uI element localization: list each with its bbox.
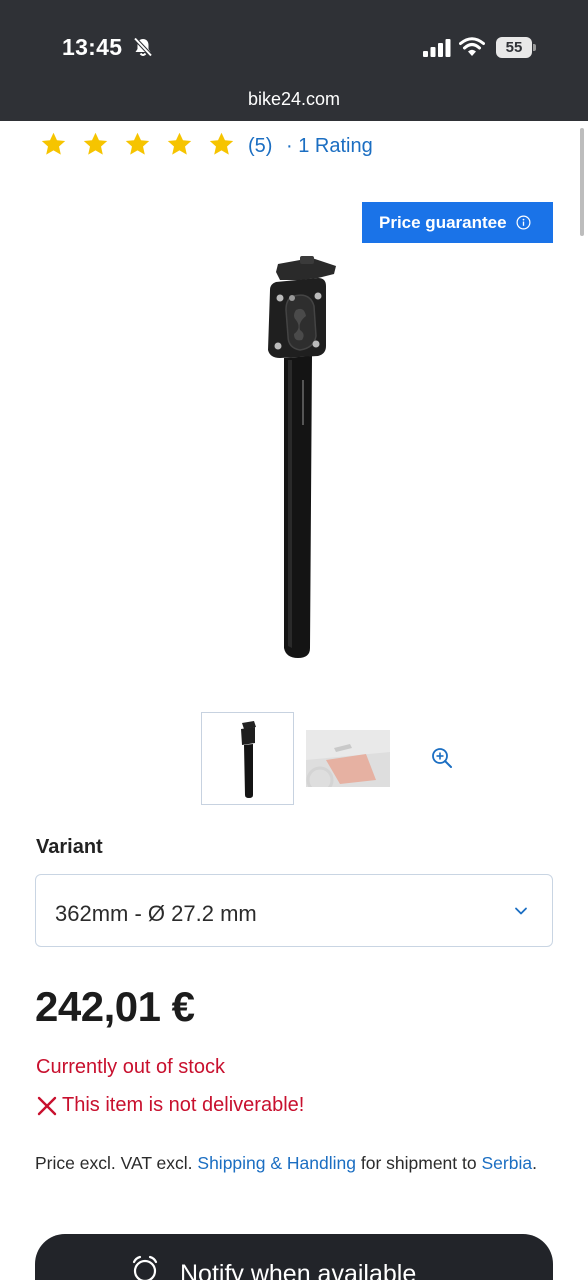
status-time: 13:45 <box>62 34 123 60</box>
shipping-suffix: . <box>532 1153 537 1173</box>
thumbnail-bike[interactable] <box>306 730 390 787</box>
bell-slash-icon <box>133 37 153 57</box>
star-icon <box>209 132 234 155</box>
product-price: 242,01 € <box>35 983 195 1030</box>
signal-icon <box>423 39 451 57</box>
alarm-clock-icon <box>132 1255 158 1280</box>
rating-label-link[interactable]: · 1 Rating <box>286 135 373 158</box>
stock-status: Currently out of stock <box>36 1056 225 1078</box>
delivery-status-text: This item is not deliverable! <box>62 1094 305 1116</box>
battery-icon: 55 <box>496 37 536 58</box>
shipping-country-link[interactable]: Serbia <box>481 1153 532 1173</box>
seatpost-thumbnail-image <box>241 721 256 798</box>
variant-select[interactable]: 362mm - Ø 27.2 mm <box>35 874 553 947</box>
zoom-in-icon[interactable] <box>430 746 454 770</box>
status-bar: 13:45 55 bike24.com <box>0 0 588 121</box>
battery-level: 55 <box>505 39 523 56</box>
variant-selected-value: 362mm - Ø 27.2 mm <box>55 901 257 926</box>
variant-label: Variant <box>36 836 103 858</box>
star-icon <box>167 132 192 155</box>
price-guarantee-badge[interactable]: Price guarantee <box>362 202 553 243</box>
chevron-down-icon <box>515 907 527 915</box>
shipping-middle: for shipment to <box>356 1153 482 1173</box>
price-guarantee-label: Price guarantee <box>379 212 507 232</box>
notify-button-label: Notify when available <box>180 1260 417 1280</box>
notify-when-available-button[interactable]: Notify when available <box>35 1234 553 1280</box>
scrollbar[interactable] <box>580 128 584 236</box>
shipping-prefix: Price excl. VAT excl. <box>35 1153 198 1173</box>
delivery-status: This item is not deliverable! <box>36 1094 304 1117</box>
url-bar[interactable]: bike24.com <box>0 89 588 110</box>
rating-count-link[interactable]: (5) <box>248 135 272 158</box>
star-icon <box>41 132 66 155</box>
shipping-handling-link[interactable]: Shipping & Handling <box>197 1153 356 1173</box>
star-icon <box>125 132 150 155</box>
close-icon <box>37 1096 57 1115</box>
info-icon <box>516 215 531 230</box>
star-icon <box>83 132 108 155</box>
shipping-info: Price excl. VAT excl. Shipping & Handlin… <box>35 1146 555 1180</box>
product-image[interactable] <box>240 250 350 665</box>
rating-stars[interactable] <box>40 131 235 158</box>
wifi-icon <box>459 37 485 56</box>
thumbnail-seatpost[interactable] <box>201 712 294 805</box>
